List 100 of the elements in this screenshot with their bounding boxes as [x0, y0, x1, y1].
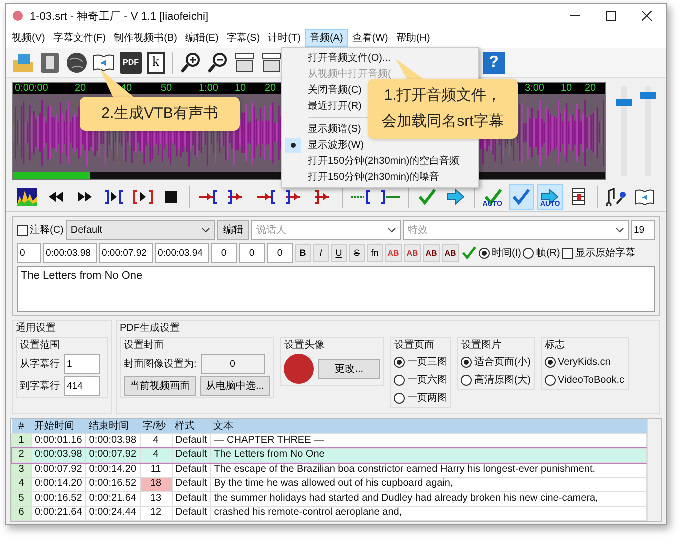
table-cell[interactable]: 1: [12, 434, 32, 448]
table-cell: Default: [172, 506, 211, 520]
option-radio[interactable]: 适合页面(小): [461, 354, 532, 370]
check-icon[interactable]: [461, 245, 477, 261]
folder-video-icon[interactable]: [12, 52, 34, 74]
menu-item[interactable]: 编辑(E): [181, 30, 223, 46]
comment-checkbox[interactable]: 注释(C): [17, 223, 64, 237]
color-button[interactable]: AB: [385, 244, 402, 262]
time-label: 10: [235, 83, 246, 95]
close-icon[interactable]: [642, 11, 652, 21]
time-label: 10: [561, 83, 572, 95]
column-header[interactable]: 字/秒: [140, 419, 172, 434]
table-cell[interactable]: 2: [12, 448, 32, 462]
slider-thumb[interactable]: [616, 98, 632, 106]
menu-item[interactable]: 字幕文件(F): [49, 30, 110, 46]
menu-entry[interactable]: 显示波形(W): [282, 137, 478, 153]
layer-spinner[interactable]: 0: [17, 243, 41, 263]
color-button[interactable]: AB: [423, 244, 440, 262]
group-title: 设置范围: [20, 339, 61, 352]
cover-button[interactable]: 从电脑中选...: [200, 376, 270, 396]
column-header[interactable]: 样式: [172, 419, 211, 434]
column-header[interactable]: 文本: [210, 419, 646, 434]
group-title: 设置图片: [461, 339, 502, 352]
bracket-line-icon: [380, 188, 400, 206]
menu-entry[interactable]: 打开150分钟(2h30min)的噪音: [282, 169, 478, 185]
show-original-checkbox[interactable]: 显示原始字幕: [562, 246, 636, 260]
format-button[interactable]: B: [295, 244, 311, 262]
check-icon: [482, 188, 503, 206]
table-cell: 0:00:24.44: [86, 506, 140, 520]
help-icon[interactable]: ?: [483, 52, 505, 74]
format-button[interactable]: U: [331, 244, 347, 262]
format-button[interactable]: I: [313, 244, 329, 262]
book-speaker-icon[interactable]: [93, 52, 115, 74]
callout-text: 会加载同名srt字幕: [382, 112, 504, 132]
end-time-field[interactable]: 0:00:07.92: [99, 243, 153, 263]
color-button[interactable]: AB: [404, 244, 421, 262]
table-cell: 0:00:03.98: [32, 448, 86, 462]
table-cell: Default: [172, 492, 211, 506]
table-cell[interactable]: 6: [12, 506, 32, 520]
table-cell: 0:00:07.92: [86, 448, 140, 462]
globe-icon[interactable]: [66, 52, 88, 74]
subtitle-text-field[interactable]: The Letters from No One: [17, 266, 655, 312]
slider-thumb[interactable]: [640, 92, 656, 99]
zoom-out-icon[interactable]: [207, 52, 229, 74]
option-radio[interactable]: 一页两图: [394, 390, 448, 406]
table-cell: 0:00:21.64: [86, 492, 140, 506]
option-radio[interactable]: 高清原图(大): [461, 372, 532, 388]
letter-k-icon[interactable]: k: [147, 52, 165, 74]
menu-item[interactable]: 帮助(H): [392, 30, 434, 46]
margin-field[interactable]: 0: [211, 243, 237, 263]
format-button[interactable]: S: [349, 244, 365, 262]
cover-field[interactable]: 0: [200, 354, 265, 374]
column-header[interactable]: 开始时间: [32, 419, 86, 434]
duration-field[interactable]: 0:00:03.94: [155, 243, 209, 263]
start-time-field[interactable]: 0:00:03.98: [43, 243, 97, 263]
menu-item[interactable]: 计时(T): [264, 30, 305, 46]
style-select[interactable]: Default: [66, 220, 216, 240]
change-button[interactable]: 更改...: [318, 359, 380, 379]
maximize-icon[interactable]: [606, 11, 616, 21]
option-radio[interactable]: VeryKids.cn: [545, 354, 625, 370]
menu-item[interactable]: 音频(A): [304, 29, 348, 47]
table-cell: 0:00:21.64: [32, 506, 86, 520]
table-cell[interactable]: 5: [12, 492, 32, 506]
column-header[interactable]: #: [12, 419, 32, 434]
option-radio[interactable]: VideoToBook.c: [545, 372, 625, 388]
caption-icon[interactable]: [261, 52, 283, 74]
color-button[interactable]: AB: [442, 244, 459, 262]
format-button[interactable]: fn: [367, 244, 383, 262]
phone-icon[interactable]: [39, 52, 61, 74]
table-cell[interactable]: 4: [12, 477, 32, 492]
menu-entry[interactable]: 打开150分钟(2h30min)的空白音频: [282, 153, 478, 169]
dotted-bracket-icon: [350, 188, 371, 206]
menu-item[interactable]: 制作视频书(B): [110, 30, 182, 46]
column-header[interactable]: 结束时间: [86, 419, 140, 434]
mode-radio[interactable]: 时间(I): [479, 246, 522, 260]
field-label: 从字幕行: [20, 358, 60, 370]
pdf-icon[interactable]: PDF: [120, 52, 142, 74]
menu-item[interactable]: 字幕(S): [222, 30, 264, 46]
edit-button[interactable]: 编辑: [217, 220, 250, 240]
app-icon: [12, 10, 24, 22]
caption-icon[interactable]: [234, 52, 256, 74]
cover-button[interactable]: 当前视频画面: [124, 376, 196, 396]
to-line-spinner[interactable]: 414: [64, 376, 100, 396]
zoom-in-icon[interactable]: [180, 52, 202, 74]
scrollbar[interactable]: [647, 419, 661, 521]
count-field[interactable]: 19: [631, 220, 655, 240]
option-radio[interactable]: 一页六图: [394, 372, 448, 388]
spectrum-icon: [16, 188, 37, 206]
mode-radio[interactable]: 帧(R): [523, 246, 560, 260]
table-cell: Default: [172, 477, 211, 492]
table-cell: 4: [140, 448, 172, 462]
table-cell: — CHAPTER THREE —: [210, 434, 646, 448]
menu-item[interactable]: 视频(V): [8, 30, 50, 46]
from-line-spinner[interactable]: 1: [64, 354, 100, 374]
margin-field[interactable]: 0: [239, 243, 265, 263]
menu-item[interactable]: 查看(W): [348, 30, 392, 46]
margin-field[interactable]: 0: [267, 243, 293, 263]
menu-entry[interactable]: 打开音频文件(O)...: [282, 50, 478, 66]
time-label: 3:00: [525, 83, 544, 95]
option-radio[interactable]: 一页三图: [394, 354, 448, 370]
